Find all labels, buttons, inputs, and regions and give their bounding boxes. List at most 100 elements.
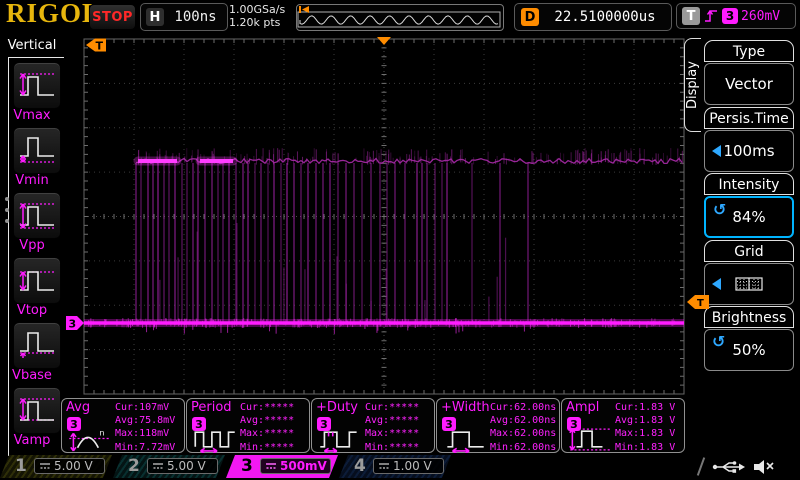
measurement-name: Avg <box>66 400 90 415</box>
page-indicator-dot <box>5 208 9 212</box>
vbase-icon <box>17 329 57 363</box>
measurement-values: Cur:107mV Avg:75.8mV Max:118mV Min:7.72m… <box>115 401 185 454</box>
preview-wave-icon <box>297 5 501 28</box>
trigger-block: T 3 260mV <box>676 3 796 29</box>
dc-coupling-icon <box>152 461 164 471</box>
channel-scale-box: 1.00 V <box>373 458 444 474</box>
trigger-level-marker[interactable]: T <box>686 294 710 314</box>
intensity-value-button[interactable]: ↺ 84% <box>704 196 794 238</box>
dc-coupling-icon <box>39 461 51 471</box>
measurement-pos-duty: +Duty 3 Cur:***** Avg:***** Max:***** Mi… <box>311 398 435 453</box>
period-icon <box>192 426 238 453</box>
brightness-value-button[interactable]: ↺ 50% <box>704 329 794 371</box>
delay-block: D 22.5100000us <box>514 3 672 31</box>
trigger-source-channel: 3 <box>722 8 738 24</box>
page-indicator-dot <box>5 197 9 201</box>
run-state-indicator: STOP <box>89 4 136 30</box>
measurement-name: Period <box>191 400 232 415</box>
channel-number: 2 <box>128 456 140 476</box>
horizontal-timebase-block: H 100ns <box>140 3 228 31</box>
vmax-icon <box>17 69 57 103</box>
vpp-icon <box>17 199 57 233</box>
trigger-label: T <box>682 7 700 25</box>
trigger-level-value: 260mV <box>741 9 780 24</box>
menu-tab: Display <box>684 38 701 132</box>
channel-scale: 5.00 V <box>167 459 206 473</box>
persistence-value-button[interactable]: 100ms <box>704 130 794 172</box>
left-menu-title: Vertical <box>0 38 64 53</box>
menu-tab-label: Display <box>685 39 701 131</box>
vbase-label: Vbase <box>0 368 64 383</box>
measurement-name: +Duty <box>316 400 358 415</box>
vmin-icon <box>17 134 57 168</box>
page-indicator-dot <box>5 219 9 223</box>
vmax-label: Vmax <box>0 108 64 123</box>
dc-coupling-icon <box>265 461 277 471</box>
vtop-button[interactable] <box>13 257 61 304</box>
amplitude-icon <box>567 426 613 453</box>
svg-text:n: n <box>99 427 104 437</box>
measurement-period: Period 3 Cur:***** Avg:***** Max:***** M… <box>186 398 310 453</box>
channel-number: 4 <box>354 456 366 476</box>
channel-scale: 500mV <box>280 459 327 473</box>
horizontal-label: H <box>146 8 164 26</box>
channel-scale: 1.00 V <box>393 459 432 473</box>
intensity-value: 84% <box>732 208 765 226</box>
channel-scale: 5.00 V <box>54 459 93 473</box>
channel-scale-box: 500mV <box>260 458 331 474</box>
left-measure-menu: Vertical Vmax Vmin <box>0 33 64 455</box>
measurement-name: +Width <box>441 400 490 415</box>
acquisition-info: 1.00GSa/s 1.20k pts <box>229 3 285 29</box>
measurement-pos-width: +Width 3 Cur:62.00ns Avg:62.00ns Max:62.… <box>436 398 560 453</box>
average-icon: n <box>67 426 113 453</box>
vpp-button[interactable] <box>13 192 61 239</box>
type-value-button[interactable]: Vector <box>704 63 794 105</box>
channel-3-button[interactable]: 3 500mV <box>226 455 338 478</box>
persistence-header: Persis.Time <box>704 107 794 129</box>
brand-logo: RIGOL <box>6 0 101 29</box>
memory-depth: 1.20k pts <box>229 16 285 29</box>
right-soft-menu: Display Type Vector Persis.Time 100ms In… <box>690 33 800 455</box>
usb-icon <box>712 459 746 475</box>
vtop-label: Vtop <box>0 303 64 318</box>
delay-value: 22.5100000us <box>539 9 671 25</box>
channel-number: 3 <box>241 456 253 476</box>
vmax-button[interactable] <box>13 62 61 109</box>
channel-status-bar: 1 5.00 V 2 5.00 V 3 50 <box>0 455 800 478</box>
measurement-values: Cur:***** Avg:***** Max:***** Min:***** <box>365 401 435 454</box>
svg-text:3: 3 <box>69 318 77 331</box>
measurement-avg: Avg 3 n Cur:107mV Avg:75.8mV Max:118mV M… <box>61 398 185 453</box>
scope-display: 3T <box>64 33 692 397</box>
channel-scale-box: 5.00 V <box>34 458 105 474</box>
sample-rate: 1.00GSa/s <box>229 3 285 16</box>
rising-edge-icon <box>703 7 719 25</box>
speaker-muted-icon <box>752 458 774 476</box>
channel-1-button[interactable]: 1 5.00 V <box>0 455 112 478</box>
vmin-label: Vmin <box>0 173 64 188</box>
delay-label: D <box>521 8 539 26</box>
left-arrow-icon <box>712 145 721 157</box>
oscilloscope-screen: RIGOL STOP H 100ns 1.00GSa/s 1.20k pts D… <box>0 0 800 480</box>
brightness-value: 50% <box>732 341 765 359</box>
channel-4-button[interactable]: 4 1.00 V <box>339 455 451 478</box>
grid-icon <box>735 277 763 291</box>
type-header: Type <box>704 40 794 62</box>
rotate-knob-icon: ↺ <box>713 200 726 219</box>
measurement-name: Ampl <box>566 400 599 415</box>
measurement-values: Cur:1.83 V Avg:1.83 V Max:1.83 V Min:1.8… <box>615 401 685 454</box>
measurement-values: Cur:62.00ns Avg:62.00ns Max:62.00ns Min:… <box>490 401 560 454</box>
intensity-header: Intensity <box>704 173 794 195</box>
vbase-button[interactable] <box>13 322 61 369</box>
brightness-header: Brightness <box>704 306 794 328</box>
grid-header: Grid <box>704 240 794 262</box>
svg-text:T: T <box>96 40 104 53</box>
channel-2-button[interactable]: 2 5.00 V <box>113 455 225 478</box>
vtop-icon <box>17 264 57 298</box>
type-value: Vector <box>725 75 773 93</box>
vmin-button[interactable] <box>13 127 61 174</box>
trigger-position-marker <box>377 37 391 45</box>
grid-value-button[interactable] <box>704 263 794 305</box>
measurement-bar: Avg 3 n Cur:107mV Avg:75.8mV Max:118mV M… <box>0 397 800 455</box>
waveform-preview-strip <box>296 4 504 31</box>
pos-width-icon <box>442 426 488 453</box>
